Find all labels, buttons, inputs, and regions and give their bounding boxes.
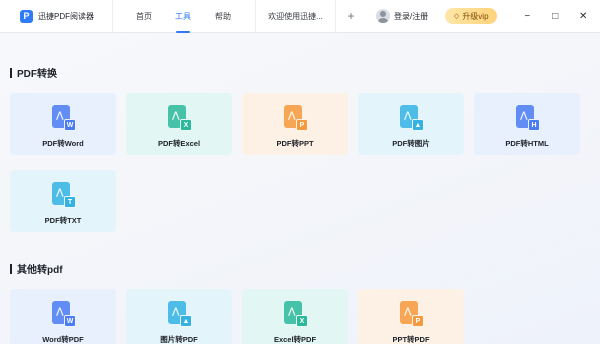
document-convert-icon: ⋀ X bbox=[282, 301, 308, 329]
tool-card-label: PDF转PPT bbox=[276, 139, 314, 148]
app-brand: P 迅捷PDF阅读器 bbox=[0, 0, 112, 33]
section-title-other-to-pdf: 其他转pdf bbox=[10, 261, 63, 276]
pdf-glyph-icon: ⋀ bbox=[56, 110, 64, 120]
document-convert-icon: ⋀ H bbox=[514, 105, 540, 133]
add-tab-button[interactable]: + bbox=[336, 0, 366, 33]
document-convert-icon: ⋀ ▲ bbox=[166, 301, 192, 329]
document-convert-icon: ⋀ T bbox=[50, 182, 76, 210]
tool-card-label: PDF转HTML bbox=[505, 139, 549, 148]
pdf-glyph-icon: ⋀ bbox=[288, 110, 296, 120]
pdf-glyph-icon: ⋀ bbox=[172, 110, 180, 120]
close-button[interactable]: ✕ bbox=[569, 0, 597, 33]
pdf-glyph-icon: ⋀ bbox=[172, 306, 180, 316]
format-badge-icon: P bbox=[412, 315, 424, 327]
diamond-icon: ◇ bbox=[453, 13, 460, 20]
minimize-button[interactable]: − bbox=[513, 0, 541, 33]
section-marker bbox=[10, 67, 12, 78]
tab-bar: 首页 工具 帮助 欢迎使用迅捷... + bbox=[112, 0, 366, 33]
document-convert-icon: ⋀ P bbox=[398, 301, 424, 329]
title-bar: P 迅捷PDF阅读器 首页 工具 帮助 欢迎使用迅捷... + 登录/注册 ◇ … bbox=[0, 0, 600, 33]
upgrade-vip-button[interactable]: ◇ 升级vip bbox=[445, 8, 498, 24]
section-title-pdf-convert: PDF转换 bbox=[10, 65, 57, 80]
pdf-glyph-icon: ⋀ bbox=[288, 306, 296, 316]
tab-label: 工具 bbox=[175, 11, 191, 21]
login-button[interactable]: 登录/注册 bbox=[376, 0, 428, 33]
tab-home[interactable]: 首页 bbox=[113, 0, 175, 33]
section-title-text: PDF转换 bbox=[17, 69, 57, 80]
tool-card-label: PDF转Word bbox=[42, 139, 84, 148]
app-name: 迅捷PDF阅读器 bbox=[38, 11, 94, 21]
tool-card[interactable]: ⋀ ▲ 图片转PDF bbox=[126, 289, 232, 344]
pdf-glyph-icon: ⋀ bbox=[520, 110, 528, 120]
tool-card[interactable]: ⋀ ▲ PDF转图片 bbox=[358, 93, 464, 155]
pdf-glyph-icon: ⋀ bbox=[404, 110, 412, 120]
document-convert-icon: ⋀ W bbox=[50, 105, 76, 133]
maximize-icon: □ bbox=[552, 10, 559, 22]
tab-document[interactable]: 欢迎使用迅捷... bbox=[256, 0, 335, 33]
window-controls: − □ ✕ bbox=[513, 0, 597, 33]
pdf-glyph-icon: ⋀ bbox=[404, 306, 412, 316]
tools-panel: PDF转换 ⋀ W PDF转Word ⋀ X PDF转Excel ⋀ P PDF转PPT ⋀ ▲ PD… bbox=[0, 33, 600, 344]
tool-card-label: PDF转图片 bbox=[392, 139, 430, 148]
tab-label: 帮助 bbox=[215, 11, 231, 21]
tab-label: 欢迎使用迅捷... bbox=[268, 11, 323, 21]
tool-card[interactable]: ⋀ P PDF转PPT bbox=[242, 93, 348, 155]
format-badge-icon: ▲ bbox=[412, 119, 424, 131]
tool-card[interactable]: ⋀ H PDF转HTML bbox=[474, 93, 580, 155]
close-icon: ✕ bbox=[579, 10, 588, 22]
tool-card-label: PDF转Excel bbox=[157, 139, 201, 148]
format-badge-icon: X bbox=[296, 315, 308, 327]
maximize-button[interactable]: □ bbox=[541, 0, 569, 33]
tool-card[interactable]: ⋀ X Excel转PDF bbox=[242, 289, 348, 344]
tool-card-label: Excel转PDF bbox=[273, 335, 317, 344]
section-marker bbox=[10, 263, 12, 274]
avatar-icon bbox=[376, 9, 390, 23]
document-convert-icon: ⋀ ▲ bbox=[398, 105, 424, 133]
document-convert-icon: ⋀ X bbox=[166, 105, 192, 133]
tool-card[interactable]: ⋀ X PDF转Excel bbox=[126, 93, 232, 155]
format-badge-icon: W bbox=[64, 119, 76, 131]
tool-card[interactable]: ⋀ W Word转PDF bbox=[10, 289, 116, 344]
tool-card-label: PDF转TXT bbox=[44, 216, 82, 225]
document-convert-icon: ⋀ W bbox=[50, 301, 76, 329]
format-badge-icon: W bbox=[64, 315, 76, 327]
format-badge-icon: H bbox=[528, 119, 540, 131]
format-badge-icon: T bbox=[64, 196, 76, 208]
tool-card-label: Word转PDF bbox=[42, 335, 84, 344]
plus-icon: + bbox=[347, 9, 355, 23]
tool-card[interactable]: ⋀ P PPT转PDF bbox=[358, 289, 464, 344]
minimize-icon: − bbox=[524, 10, 531, 22]
tab-tools[interactable]: 工具 bbox=[175, 0, 191, 33]
pdf-glyph-icon: ⋀ bbox=[56, 187, 64, 197]
app-logo-icon: P bbox=[20, 9, 33, 23]
tool-card[interactable]: ⋀ T PDF转TXT bbox=[10, 170, 116, 232]
tool-card-label: 图片转PDF bbox=[160, 335, 198, 344]
tool-card[interactable]: ⋀ W PDF转Word bbox=[10, 93, 116, 155]
format-badge-icon: ▲ bbox=[180, 315, 192, 327]
section-title-text: 其他转pdf bbox=[17, 265, 63, 276]
pdf-glyph-icon: ⋀ bbox=[56, 306, 64, 316]
tool-card-label: PPT转PDF bbox=[392, 335, 430, 344]
format-badge-icon: P bbox=[296, 119, 308, 131]
format-badge-icon: X bbox=[180, 119, 192, 131]
vip-label: 升级vip bbox=[462, 11, 489, 21]
tab-label: 首页 bbox=[136, 11, 152, 21]
login-label: 登录/注册 bbox=[394, 11, 429, 21]
document-convert-icon: ⋀ P bbox=[282, 105, 308, 133]
tab-help[interactable]: 帮助 bbox=[191, 0, 255, 33]
